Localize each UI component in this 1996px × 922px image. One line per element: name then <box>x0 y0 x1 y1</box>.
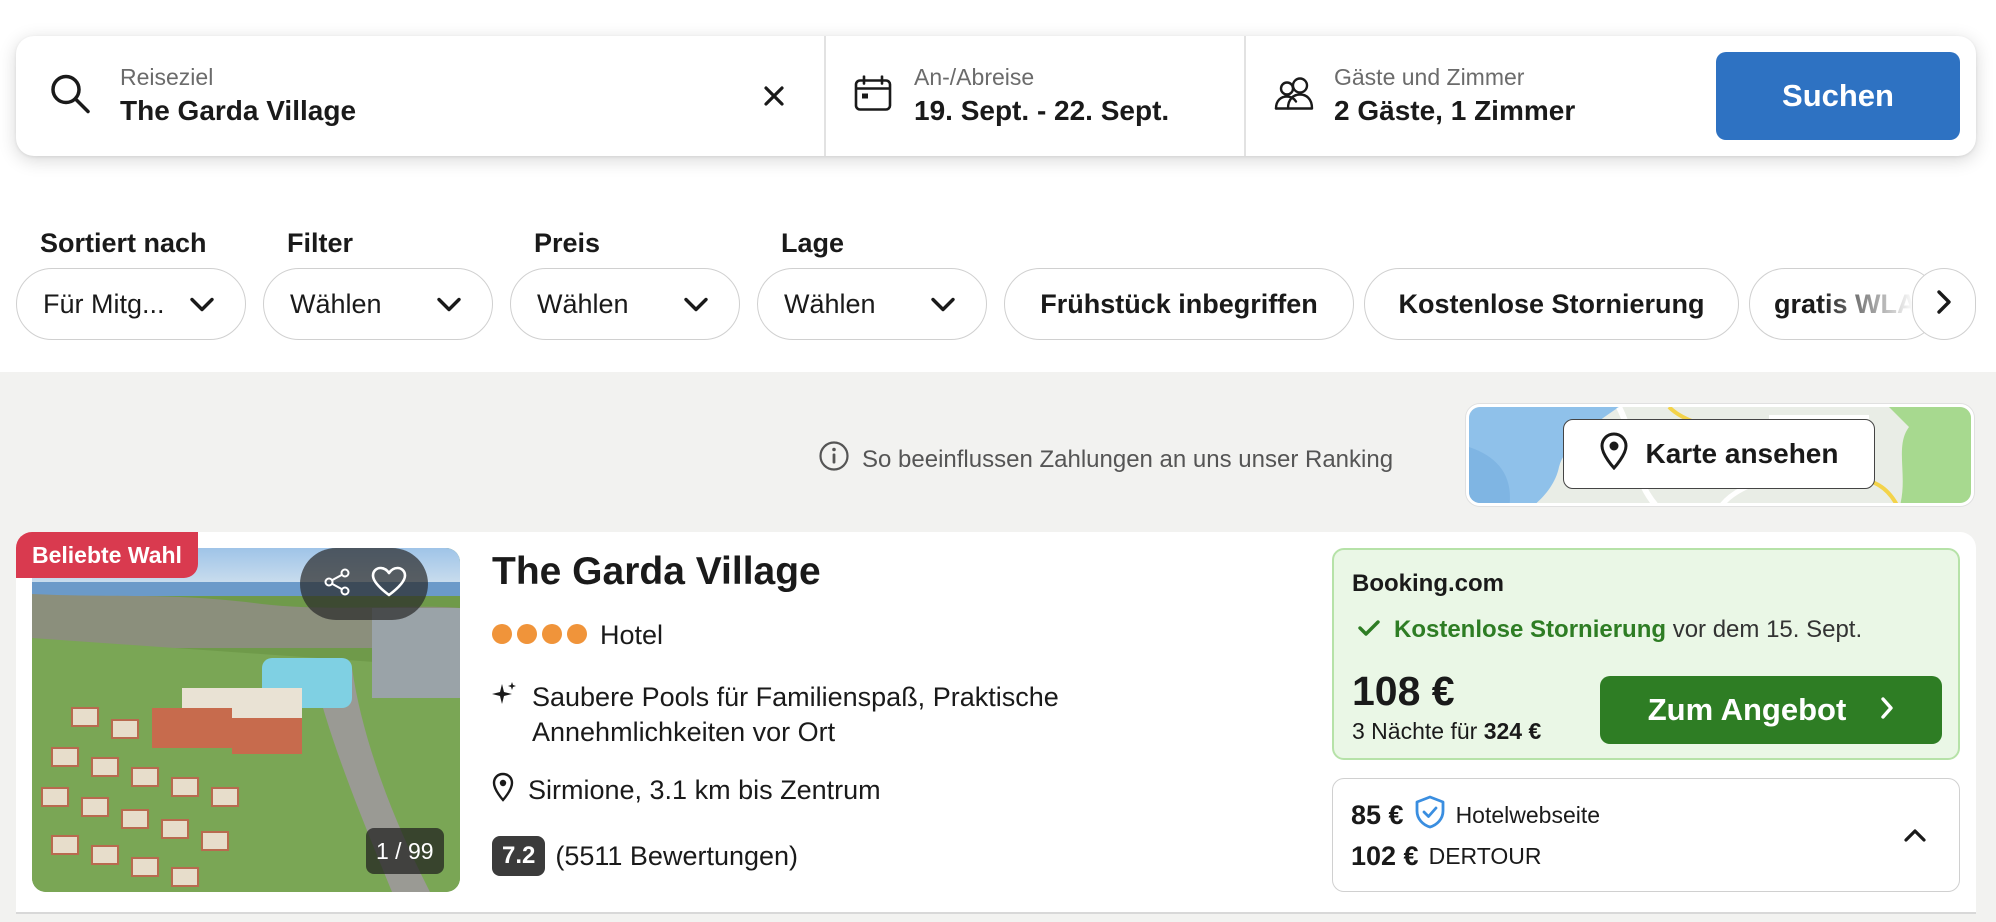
star-dot <box>567 624 587 644</box>
main-offer[interactable]: Booking.com Kostenlose Stornierung vor d… <box>1332 548 1960 760</box>
chevron-right-icon <box>1936 289 1952 320</box>
view-map-label: Karte ansehen <box>1645 438 1839 469</box>
star-dot <box>492 624 512 644</box>
guests-label: Gäste und Zimmer <box>1334 64 1525 90</box>
alt-offer-price: 85 € <box>1351 799 1404 830</box>
filter-bar: Sortiert nach Für Mitg... Filter Wählen … <box>0 200 1996 372</box>
star-dot <box>517 624 537 644</box>
chevron-down-icon <box>436 289 462 320</box>
chevron-right-icon <box>1880 692 1894 728</box>
tag-free-wifi[interactable]: gratis WLAN <box>1749 268 1939 340</box>
filters-scroll-right-button[interactable] <box>1912 268 1976 340</box>
ranking-info-text: So beeinflussen Zahlungen an uns unser R… <box>862 445 1394 473</box>
calendar-icon <box>854 75 892 117</box>
features-line-2: Annehmlichkeiten vor Ort <box>532 717 836 747</box>
location-dropdown[interactable]: Wählen <box>757 268 987 340</box>
dates-field[interactable]: An-/Abreise 19. Sept. - 22. Sept. <box>824 36 1244 156</box>
hotel-location[interactable]: Sirmione, 3.1 km bis Zentrum <box>492 772 881 809</box>
map-pin-icon <box>1600 431 1628 477</box>
alt-offer-price: 102 € <box>1351 841 1419 871</box>
map-preview[interactable]: Karte ansehen <box>1466 404 1974 506</box>
chevron-down-icon <box>189 289 215 320</box>
alt-offer-provider: DERTOUR <box>1428 843 1542 869</box>
filter-label: Filter <box>287 228 354 258</box>
free-cancellation-note: Kostenlose Stornierung vor dem 15. Sept. <box>1358 616 1862 644</box>
verified-shield-icon <box>1414 795 1446 835</box>
nights-total: 3 Nächte für 324 € <box>1352 718 1542 744</box>
popular-badge: Beliebte Wahl <box>16 532 198 578</box>
cancel-strong: Kostenlose Stornierung <box>1394 616 1667 643</box>
search-bar: Reiseziel The Garda Village An-/Abreise … <box>16 36 1976 156</box>
dates-label: An-/Abreise <box>914 64 1035 90</box>
location-value: Wählen <box>784 288 876 319</box>
share-icon[interactable] <box>322 567 352 602</box>
favorite-heart-icon[interactable] <box>371 566 407 603</box>
price-value: Wählen <box>537 288 629 319</box>
rating-score: 7.2 <box>492 836 546 876</box>
search-button[interactable]: Suchen <box>1716 52 1960 140</box>
location-pin-icon <box>492 772 514 809</box>
chevron-up-icon[interactable] <box>1897 817 1933 853</box>
offer-price: 108 € <box>1352 668 1455 714</box>
guests-icon <box>1274 76 1318 117</box>
tag-free-cancellation[interactable]: Kostenlose Stornierung <box>1364 268 1739 340</box>
price-dropdown[interactable]: Wählen <box>510 268 740 340</box>
sparkle-icon <box>492 680 518 750</box>
ranking-info-link[interactable]: So beeinflussen Zahlungen an uns unser R… <box>818 440 1393 479</box>
destination-value[interactable]: The Garda Village <box>120 92 356 130</box>
sort-dropdown[interactable]: Für Mitg... <box>16 268 246 340</box>
clear-destination-icon[interactable] <box>754 76 794 116</box>
guests-field[interactable]: Gäste und Zimmer 2 Gäste, 1 Zimmer <box>1244 36 1714 156</box>
filter-value: Wählen <box>290 288 382 319</box>
chevron-down-icon <box>930 289 956 320</box>
destination-label: Reiseziel <box>120 64 214 90</box>
dates-value[interactable]: 19. Sept. - 22. Sept. <box>914 92 1169 130</box>
view-deal-label: Zum Angebot <box>1647 692 1847 727</box>
rating-count: (5511 Bewertungen) <box>555 840 799 871</box>
guests-value[interactable]: 2 Gäste, 1 Zimmer <box>1334 92 1575 130</box>
features-line-1: Saubere Pools für Familienspaß, Praktisc… <box>532 682 1059 712</box>
view-map-button[interactable]: Karte ansehen <box>1563 419 1875 489</box>
alternative-offers[interactable]: 85 € Hotelwebseite 102 € DERTOUR <box>1332 778 1960 892</box>
alt-offer-provider: Hotelwebseite <box>1455 801 1601 828</box>
alt-offer-row[interactable]: 102 € DERTOUR <box>1351 841 1541 872</box>
photo-counter: 1 / 99 <box>366 828 444 874</box>
star-rating <box>492 624 587 644</box>
hotel-type: Hotel <box>600 620 664 650</box>
price-label: Preis <box>534 228 601 258</box>
destination-field[interactable]: Reiseziel The Garda Village <box>16 36 824 156</box>
star-dot <box>542 624 562 644</box>
alt-offer-row[interactable]: 85 € Hotelwebseite <box>1351 795 1600 835</box>
offer-provider: Booking.com <box>1352 570 1505 597</box>
location-text: Sirmione, 3.1 km bis Zentrum <box>528 775 881 805</box>
sort-label: Sortiert nach <box>40 228 207 258</box>
hotel-name[interactable]: The Garda Village <box>492 550 821 594</box>
hotel-features: Saubere Pools für Familienspaß, Praktisc… <box>492 680 1132 750</box>
filter-dropdown[interactable]: Wählen <box>263 268 493 340</box>
view-deal-button[interactable]: Zum Angebot <box>1600 676 1942 744</box>
tag-breakfast-included[interactable]: Frühstück inbegriffen <box>1004 268 1354 340</box>
sort-value: Für Mitg... <box>43 288 165 319</box>
info-icon <box>818 440 850 479</box>
hotel-rating[interactable]: 7.2 (5511 Bewertungen) <box>492 836 798 876</box>
chevron-down-icon <box>683 289 709 320</box>
check-icon <box>1358 616 1380 644</box>
location-label: Lage <box>781 228 845 258</box>
photo-actions <box>300 548 428 620</box>
cancel-rest: vor dem 15. Sept. <box>1672 616 1863 643</box>
search-icon <box>48 72 92 121</box>
